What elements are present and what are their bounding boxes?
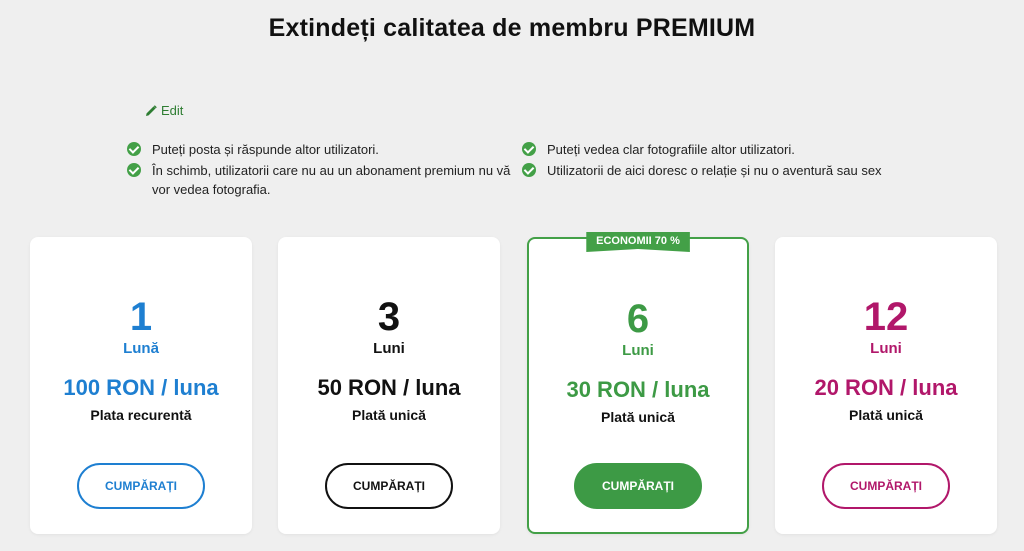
feature-item: Utilizatorii de aici doresc o relație și… (522, 161, 917, 180)
features-right-column: Puteți vedea clar fotografiile altor uti… (522, 140, 917, 201)
plan-duration-unit: Luni (373, 340, 405, 357)
premium-page: Extindeți calitatea de membru PREMIUM Ed… (0, 0, 1024, 551)
plan-duration-number: 6 (626, 297, 650, 341)
feature-text: Puteți posta și răspunde altor utilizato… (152, 142, 379, 157)
feature-item: Puteți vedea clar fotografiile altor uti… (522, 140, 917, 159)
feature-item: În schimb, utilizatorii care nu au un ab… (127, 161, 522, 199)
check-circle-icon (127, 142, 141, 156)
pencil-icon (145, 104, 157, 117)
plan-price: 30 RON / luna (566, 377, 710, 402)
plan-price: 100 RON / luna (63, 375, 219, 400)
edit-link[interactable]: Edit (145, 103, 183, 118)
plan-duration-number: 1 (129, 295, 153, 339)
edit-label: Edit (161, 103, 184, 118)
savings-badge: ECONOMII 70 % (586, 232, 690, 252)
feature-text: Puteți vedea clar fotografiile altor uti… (547, 142, 795, 157)
buy-button-6-months[interactable]: CUMPĂRAȚI (574, 463, 702, 509)
plan-payment-type: Plată unică (601, 409, 675, 425)
plan-price: 50 RON / luna (317, 375, 461, 400)
buy-button-1-month[interactable]: CUMPĂRAȚI (77, 463, 205, 509)
plan-card-3-months: 3 Luni 50 RON / luna Plată unică CUMPĂRA… (278, 237, 500, 534)
check-circle-icon (522, 163, 536, 177)
premium-features: Puteți posta și răspunde altor utilizato… (127, 140, 927, 201)
plan-card-6-months: ECONOMII 70 % 6 Luni 30 RON / luna Plată… (527, 232, 749, 534)
check-circle-icon (522, 142, 536, 156)
buy-button-12-months[interactable]: CUMPĂRAȚI (822, 463, 950, 509)
plan-duration-number: 3 (377, 295, 401, 339)
plan-card-12-months: 12 Luni 20 RON / luna Plată unică CUMPĂR… (775, 237, 997, 534)
buy-button-3-months[interactable]: CUMPĂRAȚI (325, 463, 453, 509)
feature-text: Utilizatorii de aici doresc o relație și… (547, 163, 882, 178)
plan-payment-type: Plata recurentă (90, 407, 192, 423)
plan-card-1-month: 1 Lună 100 RON / luna Plata recurentă CU… (30, 237, 252, 534)
features-left-column: Puteți posta și răspunde altor utilizato… (127, 140, 522, 201)
plan-payment-type: Plată unică (849, 407, 923, 423)
feature-text: În schimb, utilizatorii care nu au un ab… (152, 163, 511, 197)
plan-duration-number: 12 (863, 295, 909, 339)
plan-price: 20 RON / luna (814, 375, 958, 400)
plan-payment-type: Plată unică (352, 407, 426, 423)
plan-duration-unit: Lună (123, 340, 159, 357)
check-circle-icon (127, 163, 141, 177)
page-title: Extindeți calitatea de membru PREMIUM (268, 14, 756, 42)
feature-item: Puteți posta și răspunde altor utilizato… (127, 140, 522, 159)
plan-duration-unit: Luni (870, 340, 902, 357)
plan-duration-unit: Luni (622, 342, 654, 359)
